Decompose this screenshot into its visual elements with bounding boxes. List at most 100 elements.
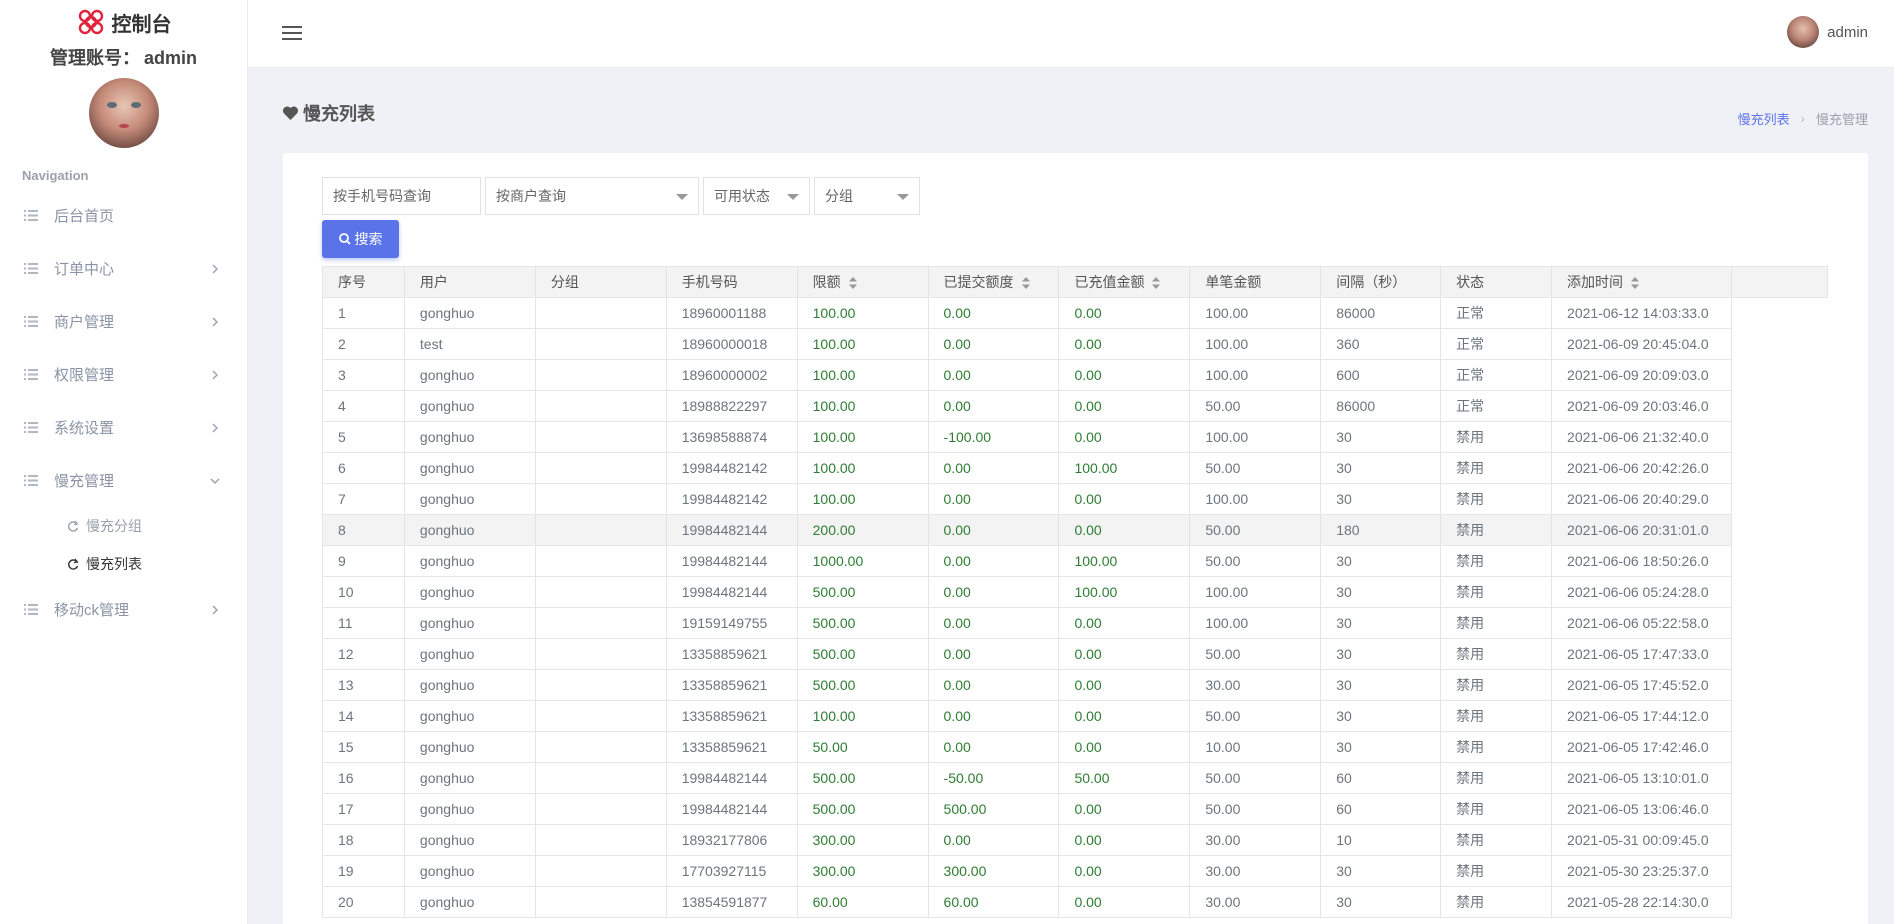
- table-row[interactable]: 9 gonghuo 19984482144 1000.00 0.00 100.00 50.0…: [322, 545, 1828, 577]
- group-select[interactable]: 分组: [814, 177, 920, 215]
- table-cell: 禁用: [1440, 421, 1553, 453]
- merchant-select[interactable]: 按商户查询: [485, 177, 699, 215]
- table-row[interactable]: 18 gonghuo 18932177806 300.00 0.00 0.00 30.00 1…: [322, 824, 1828, 856]
- column-header[interactable]: 添加时间: [1551, 266, 1733, 298]
- table-cell: 10: [322, 576, 405, 608]
- sidebar-item[interactable]: 移动ck管理: [0, 583, 247, 636]
- table-cell: 禁用: [1440, 700, 1553, 732]
- table-row[interactable]: 19 gonghuo 17703927115 300.00 300.00 0.00 30.0…: [322, 855, 1828, 887]
- table-cell: 0.00: [927, 328, 1060, 360]
- sort-icon[interactable]: [848, 277, 857, 290]
- column-header[interactable]: 已充值金额: [1058, 266, 1191, 298]
- user-avatar[interactable]: [1787, 16, 1820, 48]
- user-name[interactable]: admin: [1827, 24, 1868, 41]
- nav-header: Navigation: [22, 168, 89, 183]
- table-cell: 1: [322, 297, 405, 329]
- table-cell: 18988822297: [665, 390, 798, 422]
- table-cell: 360: [1320, 328, 1442, 360]
- table-cell: 30: [1320, 855, 1442, 887]
- sidebar-item[interactable]: 商户管理: [0, 295, 247, 348]
- column-header-label: 已提交额度: [943, 274, 1014, 290]
- breadcrumb-link[interactable]: 慢充列表: [1738, 109, 1790, 128]
- table-row[interactable]: 1 gonghuo 18960001188 100.00 0.00 0.00 100.00 8…: [322, 297, 1828, 329]
- table-row[interactable]: 4 gonghuo 18988822297 100.00 0.00 0.00 50.00 86…: [322, 390, 1828, 422]
- table-cell: 50.00: [1189, 793, 1322, 825]
- table-cell: 500.00: [796, 576, 929, 608]
- account-label: 管理账号： admin: [0, 44, 247, 70]
- sidebar-item[interactable]: 后台首页: [0, 189, 247, 242]
- table-row[interactable]: 13 gonghuo 13358859621 500.00 0.00 0.00 30.00 3…: [322, 669, 1828, 701]
- sidebar-item[interactable]: 订单中心: [0, 242, 247, 295]
- table-row[interactable]: 8 gonghuo 19984482144 200.00 0.00 0.00 50.00 18…: [322, 514, 1828, 546]
- table-cell: 50.00: [1189, 638, 1322, 670]
- table-row[interactable]: 12 gonghuo 13358859621 500.00 0.00 0.00 50.00 3…: [322, 638, 1828, 670]
- submenu-item-label: 慢充列表: [86, 556, 142, 572]
- column-header[interactable]: 限额: [796, 266, 929, 298]
- sidebar-item-label: 权限管理: [54, 367, 115, 384]
- sidebar-item[interactable]: 系统设置: [0, 401, 247, 454]
- table-row[interactable]: 5 gonghuo 13698588874 100.00 -100.00 0.00 100.…: [322, 421, 1828, 453]
- table-cell: gonghuo: [403, 607, 536, 639]
- table-cell: gonghuo: [403, 824, 536, 856]
- sidebar: 控制台 管理账号： admin Navigation 后台首页 订单中心 商户管理权限…: [0, 0, 248, 924]
- column-header[interactable]: 已提交额度: [927, 266, 1060, 298]
- sidebar-item[interactable]: 慢充管理: [0, 454, 247, 507]
- user-menu[interactable]: admin: [1787, 16, 1868, 48]
- table-cell: 19984482144: [665, 576, 798, 608]
- table-cell: 30: [1320, 545, 1442, 577]
- table-row[interactable]: 10 gonghuo 19984482144 500.00 0.00 100.00 100.…: [322, 576, 1828, 608]
- nav-menu: 后台首页 订单中心 商户管理权限管理系统设置慢充管理 慢充分组慢充列表移动ck管理: [0, 189, 247, 636]
- table-cell: gonghuo: [403, 855, 536, 887]
- column-header: 序号: [322, 266, 405, 298]
- table-row[interactable]: 15 gonghuo 13358859621 50.00 0.00 0.00 10.00 30…: [322, 731, 1828, 763]
- column-header: 用户: [403, 266, 536, 298]
- phone-search-input[interactable]: [322, 177, 481, 215]
- table-cell: 0.00: [927, 669, 1060, 701]
- table-row[interactable]: 11 gonghuo 19159149755 500.00 0.00 0.00 100.00…: [322, 607, 1828, 639]
- submenu-item[interactable]: 慢充列表: [0, 545, 247, 583]
- table-cell: 100.00: [796, 359, 929, 391]
- table-row[interactable]: 7 gonghuo 19984482142 100.00 0.00 0.00 100.00 3…: [322, 483, 1828, 515]
- status-select[interactable]: 可用状态: [703, 177, 810, 215]
- table-cell: 0.00: [927, 452, 1060, 484]
- table-cell: 16: [322, 762, 405, 794]
- table-cell: [534, 297, 667, 329]
- sort-icon[interactable]: [1152, 277, 1161, 290]
- table-cell: test: [403, 328, 536, 360]
- table-cell: 100.00: [1058, 576, 1191, 608]
- table-row[interactable]: 16 gonghuo 19984482144 500.00 -50.00 50.00 50.…: [322, 762, 1828, 794]
- table-row[interactable]: 20 gonghuo 13854591877 60.00 60.00 0.00 30.00 3…: [322, 886, 1828, 918]
- table-cell: 200.00: [796, 514, 929, 546]
- table-cell: 20: [322, 886, 405, 918]
- table-cell: 禁用: [1440, 793, 1553, 825]
- submenu-item[interactable]: 慢充分组: [0, 507, 247, 545]
- brand[interactable]: 控制台: [0, 0, 247, 42]
- hamburger-menu-icon[interactable]: [282, 25, 302, 41]
- table-row[interactable]: 3 gonghuo 18960000002 100.00 0.00 0.00 100.00 6…: [322, 359, 1828, 391]
- table-row[interactable]: 2 test 18960000018 100.00 0.00 0.00 100.00 360 正…: [322, 328, 1828, 360]
- submenu: 慢充分组慢充列表: [0, 507, 247, 583]
- sort-icon[interactable]: [1021, 277, 1030, 290]
- table-row[interactable]: 14 gonghuo 13358859621 100.00 0.00 0.00 50.00 3…: [322, 700, 1828, 732]
- table-row[interactable]: 17 gonghuo 19984482144 500.00 500.00 0.00 50.0…: [322, 793, 1828, 825]
- sidebar-item[interactable]: 权限管理: [0, 348, 247, 401]
- table-cell: 300.00: [796, 855, 929, 887]
- table-cell: 2021-05-30 23:25:37.0: [1551, 855, 1733, 887]
- table-cell: 13854591877: [665, 886, 798, 918]
- table-cell: 19984482144: [665, 545, 798, 577]
- sort-icon[interactable]: [1631, 277, 1640, 290]
- table-cell: 13358859621: [665, 700, 798, 732]
- search-button[interactable]: 搜索: [322, 220, 399, 258]
- list-icon: [24, 210, 38, 221]
- table-cell: 禁用: [1440, 669, 1553, 701]
- table-cell: 2021-06-09 20:03:46.0: [1551, 390, 1733, 422]
- table-cell: 60: [1320, 793, 1442, 825]
- table-cell: 正常: [1440, 328, 1553, 360]
- avatar[interactable]: [88, 78, 159, 148]
- sidebar-item-label: 系统设置: [54, 420, 115, 437]
- table-cell: 6: [322, 452, 405, 484]
- table-cell: 100.00: [796, 328, 929, 360]
- table-row[interactable]: 6 gonghuo 19984482142 100.00 0.00 100.00 50.00…: [322, 452, 1828, 484]
- heart-icon: [282, 106, 299, 120]
- table-cell: 2021-06-05 17:42:46.0: [1551, 731, 1733, 763]
